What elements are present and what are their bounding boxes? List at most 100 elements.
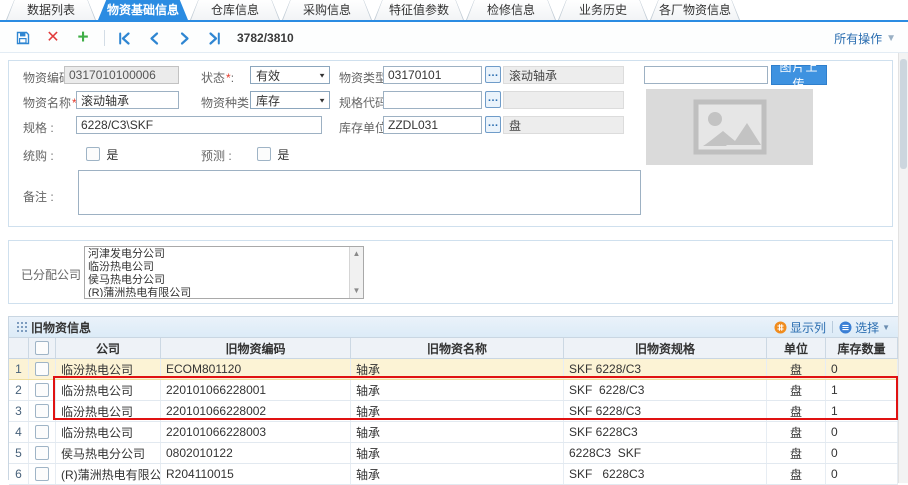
row-checkbox[interactable]: [35, 446, 49, 460]
tab-2[interactable]: 仓库信息: [190, 0, 280, 20]
cell-company: 临汾热电公司: [56, 401, 161, 421]
cell-unit: 盘: [767, 464, 826, 484]
remark-label: 备注 :: [23, 188, 54, 205]
spec-code-input[interactable]: [383, 91, 482, 109]
row-checkbox-cell: [29, 359, 56, 379]
spec-code-lookup-button[interactable]: …: [485, 91, 501, 108]
tab-5[interactable]: 检修信息: [466, 0, 556, 20]
material-category-label: 物资种类 :: [201, 94, 256, 111]
material-category-select[interactable]: 库存▼: [250, 91, 330, 109]
select-all-checkbox[interactable]: [35, 341, 49, 355]
add-icon[interactable]: +: [72, 27, 94, 49]
assigned-companies-list[interactable]: 河津发电分公司 临汾热电公司 侯马热电分公司 (R)蒲洲热电有限公司 ▲ ▼: [84, 246, 364, 299]
tab-7[interactable]: 各厂物资信息: [650, 0, 740, 20]
cell-old-spec: 6228C3 SKF: [564, 443, 767, 463]
forecast-checkbox[interactable]: [257, 147, 271, 161]
table-row[interactable]: 5 侯马热电分公司 0802010122 轴承 6228C3 SKF 盘 0: [9, 443, 898, 464]
cell-qty: 0: [826, 359, 898, 379]
chevron-down-icon: ▼: [318, 96, 326, 103]
row-checkbox[interactable]: [35, 404, 49, 418]
cell-old-code: 220101066228001: [161, 380, 351, 400]
cell-old-name: 轴承: [351, 422, 564, 442]
drag-handle-icon[interactable]: [17, 322, 19, 324]
assigned-companies-text: 河津发电分公司 临汾热电公司 侯马热电分公司 (R)蒲洲热电有限公司: [88, 248, 349, 297]
row-number: 1: [9, 359, 29, 379]
header-old-name[interactable]: 旧物资名称: [351, 338, 564, 358]
material-type-input[interactable]: [383, 66, 482, 84]
image-upload-input[interactable]: [644, 66, 768, 84]
all-operations-button[interactable]: 所有操作 ▼: [834, 30, 896, 47]
unified-purchase-field: 是: [86, 146, 118, 163]
row-number: 6: [9, 464, 29, 484]
header-unit[interactable]: 单位: [767, 338, 826, 358]
toolbar-divider: [104, 30, 105, 46]
record-counter: 3782/3810: [237, 31, 294, 45]
vertical-scrollbar[interactable]: [898, 53, 908, 483]
header-qty[interactable]: 库存数量: [826, 338, 898, 358]
header-company[interactable]: 公司: [56, 338, 161, 358]
next-record-icon[interactable]: [173, 27, 195, 49]
remark-textarea[interactable]: [78, 170, 641, 215]
status-select[interactable]: 有效▼: [250, 66, 330, 84]
cell-qty: 0: [826, 464, 898, 484]
table-row[interactable]: 1 临汾热电公司 ECOM801120 轴承 SKF 6228/C3 盘 0: [9, 359, 898, 380]
cell-old-code: 220101066228003: [161, 422, 351, 442]
row-checkbox-cell: [29, 443, 56, 463]
table-header-row: 公司 旧物资编码 旧物资名称 旧物资规格 单位 库存数量: [9, 338, 898, 359]
scrollbar-thumb[interactable]: [900, 59, 907, 169]
cell-old-name: 轴承: [351, 359, 564, 379]
unified-purchase-checkbox[interactable]: [86, 147, 100, 161]
tab-3[interactable]: 采购信息: [282, 0, 372, 20]
tab-1[interactable]: 物资基础信息: [98, 0, 188, 20]
material-code-input[interactable]: [64, 66, 179, 84]
material-type-lookup-button[interactable]: …: [485, 66, 501, 83]
cell-unit: 盘: [767, 359, 826, 379]
row-checkbox[interactable]: [35, 362, 49, 376]
scroll-down-icon[interactable]: ▼: [350, 286, 363, 296]
last-record-icon[interactable]: [203, 27, 225, 49]
first-record-icon[interactable]: [113, 27, 135, 49]
tab-6[interactable]: 业务历史: [558, 0, 648, 20]
material-name-input[interactable]: [76, 91, 179, 109]
spec-label: 规格 :: [23, 119, 54, 136]
chevron-down-icon: ▼: [882, 323, 890, 332]
save-icon[interactable]: [12, 27, 34, 49]
tab-4[interactable]: 特征值参数: [374, 0, 464, 20]
delete-icon[interactable]: ✕: [42, 27, 64, 49]
forecast-label: 预测 :: [201, 147, 232, 164]
scroll-up-icon[interactable]: ▲: [350, 249, 363, 259]
cell-old-name: 轴承: [351, 380, 564, 400]
stock-unit-input[interactable]: [383, 116, 482, 134]
header-checkbox-cell: [29, 338, 56, 358]
toolbar: ✕ + 3782/3810 所有操作 ▼: [0, 24, 908, 53]
cell-old-spec: SKF 6228/C3: [564, 359, 767, 379]
cell-company: 临汾热电公司: [56, 359, 161, 379]
cell-old-spec: SKF 6228/C3: [564, 380, 767, 400]
spec-input[interactable]: [76, 116, 322, 134]
table-row[interactable]: 6 (R)蒲洲热电有限公司 R204110015 轴承 SKF 6228C3 盘…: [9, 464, 898, 485]
prev-record-icon[interactable]: [143, 27, 165, 49]
cell-company: 临汾热电公司: [56, 422, 161, 442]
material-name-label: 物资名称*:: [23, 94, 80, 111]
header-old-spec[interactable]: 旧物资规格: [564, 338, 767, 358]
show-columns-icon: [774, 321, 787, 334]
table-row[interactable]: 3 临汾热电公司 220101066228002 轴承 SKF 6228/C3 …: [9, 401, 898, 422]
select-button[interactable]: 选择 ▼: [839, 319, 890, 336]
show-columns-button[interactable]: 显示列: [774, 319, 826, 336]
chevron-down-icon: ▼: [318, 71, 326, 78]
tab-0[interactable]: 数据列表: [6, 0, 96, 20]
cell-old-code: R204110015: [161, 464, 351, 484]
table-row[interactable]: 2 临汾热电公司 220101066228001 轴承 SKF 6228/C3 …: [9, 380, 898, 401]
row-checkbox[interactable]: [35, 467, 49, 481]
table-row[interactable]: 4 临汾热电公司 220101066228003 轴承 SKF 6228C3 盘…: [9, 422, 898, 443]
header-old-code[interactable]: 旧物资编码: [161, 338, 351, 358]
image-upload-button[interactable]: 图片上传: [771, 65, 827, 85]
cell-old-code: 220101066228002: [161, 401, 351, 421]
forecast-field: 是: [257, 146, 289, 163]
header-row-number: [9, 338, 29, 358]
row-checkbox[interactable]: [35, 425, 49, 439]
assigned-companies-scrollbar[interactable]: ▲ ▼: [349, 247, 363, 298]
row-checkbox[interactable]: [35, 383, 49, 397]
stock-unit-lookup-button[interactable]: …: [485, 116, 501, 133]
cell-qty: 1: [826, 401, 898, 421]
